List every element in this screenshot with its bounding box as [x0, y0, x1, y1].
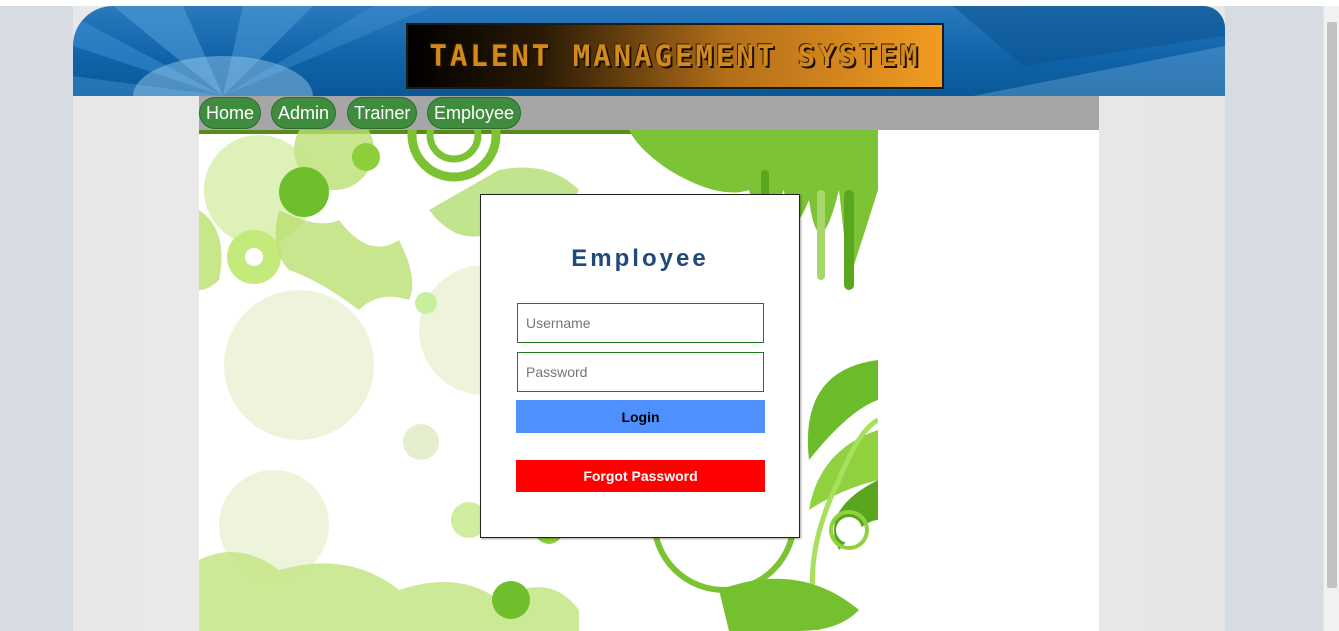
- login-card: Employee Login Forgot Password: [480, 194, 800, 538]
- scrollbar-thumb[interactable]: [1327, 22, 1337, 588]
- nav-home[interactable]: Home: [199, 97, 262, 129]
- password-input[interactable]: [517, 352, 764, 392]
- login-button[interactable]: Login: [516, 400, 765, 433]
- site-header: TALENT MANAGEMENT SYSTEM: [73, 6, 1225, 96]
- username-input[interactable]: [517, 303, 764, 343]
- main-navbar: Home Admin Trainer Employee: [199, 96, 1099, 130]
- login-title: Employee: [571, 245, 709, 272]
- logo-text: TALENT MANAGEMENT SYSTEM: [429, 39, 921, 73]
- forgot-password-button[interactable]: Forgot Password: [516, 460, 765, 492]
- nav-employee[interactable]: Employee: [427, 97, 522, 129]
- page-scrollbar[interactable]: [1323, 6, 1339, 631]
- nav-trainer[interactable]: Trainer: [347, 97, 418, 129]
- site-logo: TALENT MANAGEMENT SYSTEM: [406, 23, 944, 89]
- nav-admin[interactable]: Admin: [271, 97, 337, 129]
